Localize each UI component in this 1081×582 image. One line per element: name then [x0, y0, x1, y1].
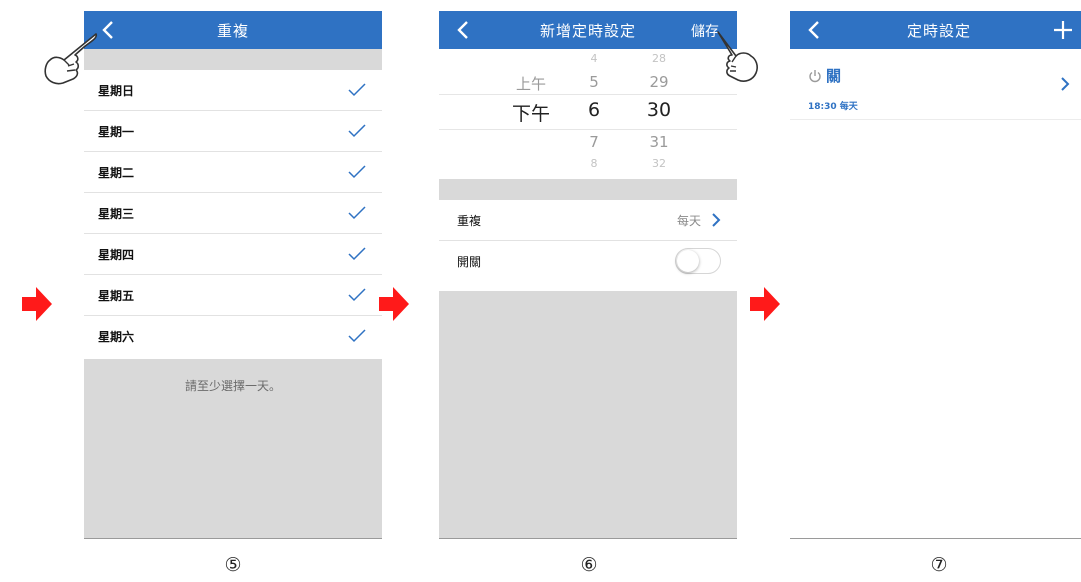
back-icon[interactable] [98, 18, 120, 42]
add-timer-header: 新增定時設定 儲存 [439, 11, 737, 49]
tap-hand-icon [44, 33, 98, 85]
add-timer-screen: 新增定時設定 儲存 4 28 上午 5 29 下午 6 30 7 31 8 32… [439, 11, 737, 539]
page-title: 定時設定 [906, 21, 971, 40]
timer-time: 18:30 [808, 102, 837, 112]
chevron-right-icon [1061, 77, 1070, 91]
day-list: 星期日 星期一 星期二 星期三 星期四 星期五 星期六 [84, 70, 382, 356]
timer-list-screen: 定時設定 關 18:30 每天 [790, 11, 1081, 539]
bottom-divider [439, 538, 737, 539]
repeat-value-text: 每天 [676, 213, 701, 228]
flow-arrow-icon [750, 287, 780, 321]
time-picker[interactable]: 4 28 上午 5 29 下午 6 30 7 31 8 32 [439, 49, 737, 179]
back-icon[interactable] [804, 18, 826, 42]
day-item-sunday[interactable]: 星期日 [84, 70, 382, 111]
minute-selected: 30 [646, 99, 672, 121]
hour-option: 4 [590, 52, 598, 65]
timer-item[interactable]: 關 18:30 每天 [790, 49, 1081, 120]
timer-state-text: 關 [826, 67, 842, 85]
day-label: 星期一 [98, 124, 135, 139]
empty-area: 請至少選擇一天。 [84, 359, 382, 539]
day-item-wednesday[interactable]: 星期三 [84, 193, 382, 234]
page-title: 新增定時設定 [539, 21, 636, 40]
hour-option: 5 [589, 73, 599, 91]
switch-label: 開關 [457, 254, 482, 269]
step-label-5: ⑤ [224, 554, 242, 576]
repeat-row[interactable]: 重複 每天 [439, 200, 737, 241]
day-label: 星期二 [98, 165, 135, 180]
back-icon[interactable] [453, 18, 475, 42]
bottom-divider [84, 538, 382, 539]
add-icon[interactable] [1052, 19, 1074, 41]
day-label: 星期四 [98, 247, 135, 262]
section-gap [439, 179, 737, 200]
checkmark-icon [348, 288, 366, 302]
day-item-monday[interactable]: 星期一 [84, 111, 382, 152]
picker-line [439, 129, 737, 130]
day-item-thursday[interactable]: 星期四 [84, 234, 382, 275]
power-toggle[interactable] [675, 248, 721, 274]
timer-schedule: 18:30 每天 [808, 99, 858, 112]
checkmark-icon [348, 329, 366, 343]
checkmark-icon [348, 247, 366, 261]
repeat-header: 重複 [84, 11, 382, 49]
day-item-saturday[interactable]: 星期六 [84, 316, 382, 356]
minute-option: 29 [649, 73, 669, 91]
minute-option: 32 [652, 157, 666, 170]
ampm-option: 上午 [515, 75, 546, 93]
timer-state: 關 [808, 65, 841, 86]
flow-arrow-icon [22, 287, 52, 321]
power-icon [809, 69, 821, 82]
hour-option: 8 [590, 157, 598, 170]
day-item-friday[interactable]: 星期五 [84, 275, 382, 316]
tap-hand-icon [717, 31, 758, 82]
checkmark-icon [348, 206, 366, 220]
repeat-label: 重複 [457, 213, 482, 228]
timer-list-header: 定時設定 [790, 11, 1081, 49]
hour-selected: 6 [587, 99, 601, 121]
day-label: 星期三 [98, 206, 135, 221]
repeat-value[interactable]: 每天 [677, 212, 721, 229]
toggle-knob [677, 250, 699, 272]
empty-area [439, 291, 737, 539]
checkmark-icon [348, 165, 366, 179]
day-label: 星期五 [98, 288, 135, 303]
repeat-screen: 重複 星期日 星期一 星期二 星期三 星期四 星期五 星期六 請至少選擇一天。 [84, 11, 382, 539]
day-label: 星期六 [98, 329, 135, 344]
step-label-6: ⑥ [580, 554, 598, 576]
ampm-selected: 下午 [511, 103, 550, 125]
timer-repeat: 每天 [839, 102, 858, 112]
page-title: 重複 [216, 21, 249, 40]
checkmark-icon [348, 124, 366, 138]
minute-option: 28 [652, 52, 666, 65]
minute-option: 31 [649, 133, 669, 151]
flow-arrow-icon [379, 287, 409, 321]
section-gap [84, 49, 382, 70]
chevron-right-icon [712, 213, 721, 227]
hour-option: 7 [589, 133, 599, 151]
bottom-divider [790, 538, 1081, 539]
hint-text: 請至少選擇一天。 [184, 379, 281, 393]
day-label: 星期日 [98, 83, 135, 98]
switch-row: 開關 [439, 241, 737, 281]
step-label-7: ⑦ [930, 554, 948, 576]
day-item-tuesday[interactable]: 星期二 [84, 152, 382, 193]
checkmark-icon [348, 83, 366, 97]
picker-line [439, 94, 737, 95]
